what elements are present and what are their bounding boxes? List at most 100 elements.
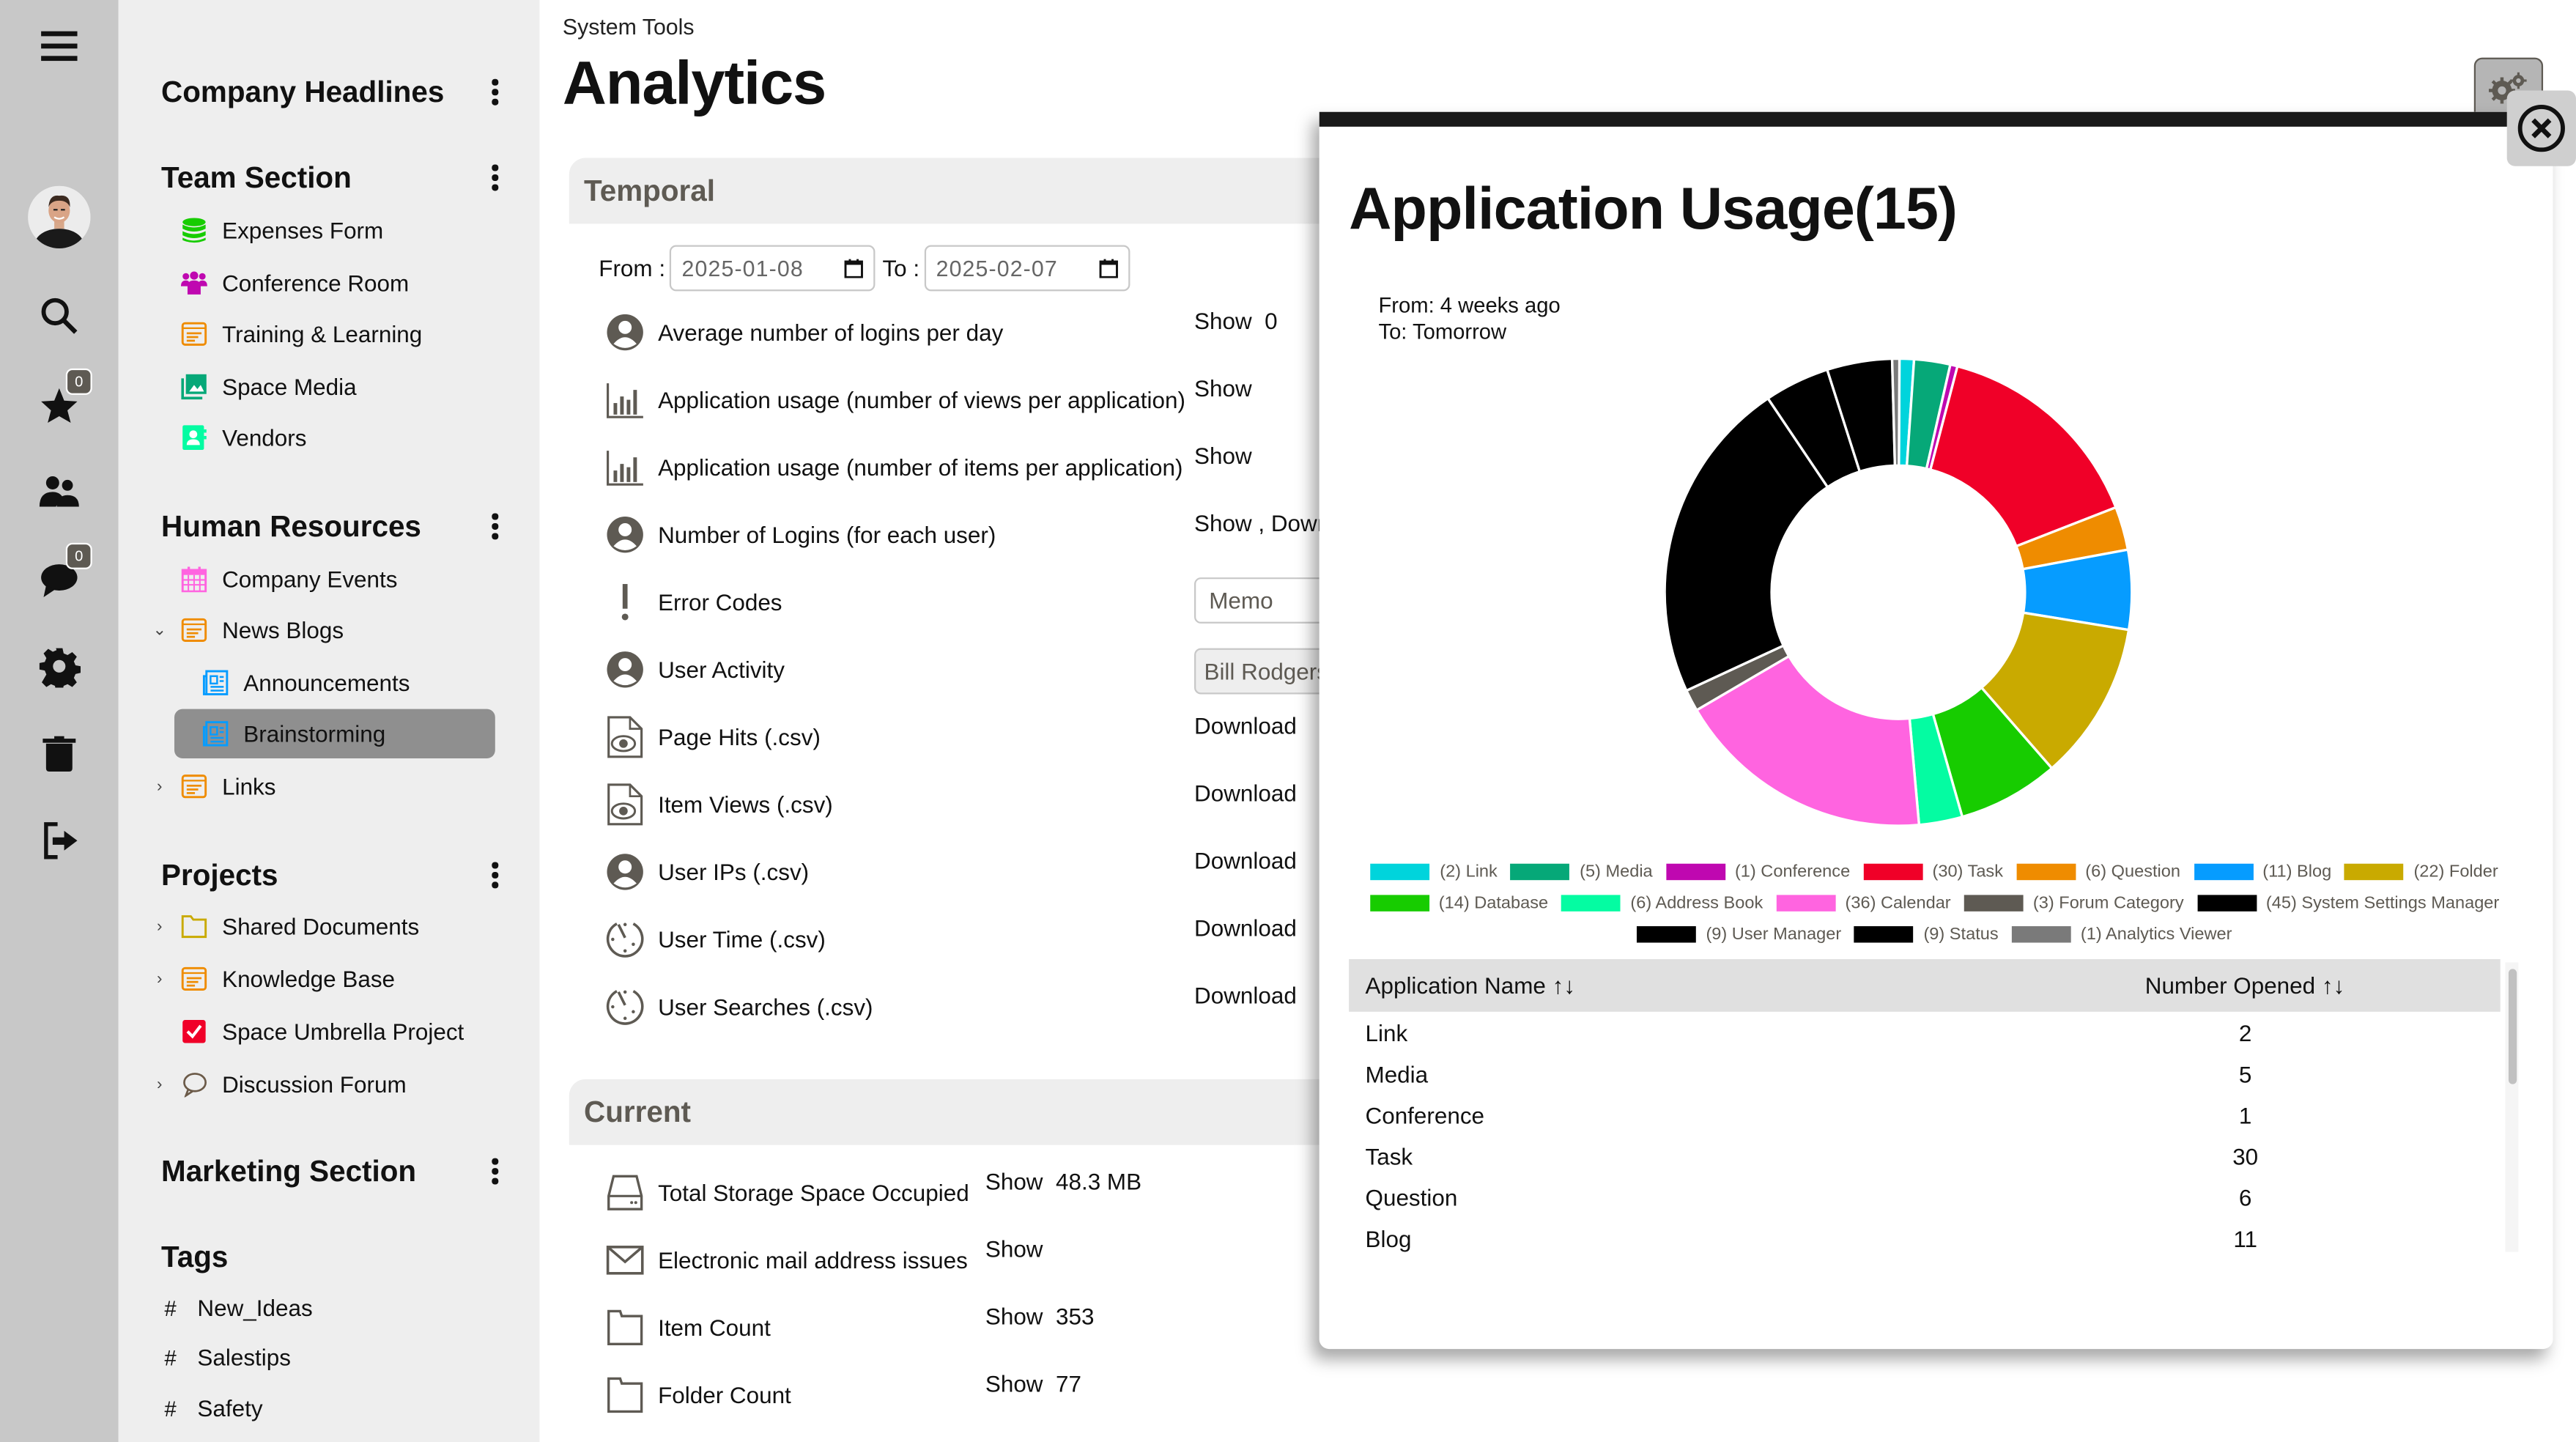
- messages-button[interactable]: 0: [26, 542, 92, 612]
- breadcrumb[interactable]: System Tools: [563, 15, 695, 40]
- show-avg-logins-link[interactable]: Show 0: [1194, 308, 1278, 334]
- legend-label: (5) Media: [1580, 861, 1653, 881]
- metric-label: Total Storage Space Occupied: [658, 1179, 969, 1206]
- folder-icon: [181, 915, 207, 939]
- tag-item[interactable]: # New_Ideas: [165, 1287, 313, 1329]
- section-menu-button[interactable]: [484, 510, 506, 543]
- search-button[interactable]: [26, 283, 92, 349]
- legend-item-media[interactable]: (5) Media: [1510, 859, 1653, 884]
- envelope-icon: [606, 1246, 644, 1275]
- nav-item-news-blogs[interactable]: ⌄ News Blogs: [149, 605, 344, 654]
- hashtag-icon: #: [164, 1396, 177, 1421]
- cell-count: 2: [2238, 1018, 2252, 1046]
- legend-item-user-manager[interactable]: (9) User Manager: [1637, 921, 1841, 946]
- nav-item-vendors[interactable]: Vendors: [181, 413, 306, 462]
- from-date-value: 2025-01-08: [681, 256, 804, 281]
- chevron-right-icon[interactable]: ›: [149, 777, 169, 796]
- table-scrollbar-thumb[interactable]: [2508, 969, 2517, 1084]
- nav-item-training-learning[interactable]: Training & Learning: [181, 309, 422, 358]
- logout-button[interactable]: [26, 807, 92, 873]
- nav-item-shared-documents[interactable]: › Shared Documents: [149, 901, 419, 950]
- metric-row-email-issues: Electronic mail address issues: [605, 1239, 968, 1282]
- nav-item-brainstorming[interactable]: Brainstorming: [174, 709, 495, 759]
- show-storage-link[interactable]: Show 48.3 MB: [985, 1168, 1141, 1194]
- legend-item-task[interactable]: (30) Task: [1863, 859, 2003, 884]
- nav-item-company-events[interactable]: Company Events: [181, 555, 397, 604]
- legend-item-blog[interactable]: (11) Blog: [2193, 859, 2331, 884]
- menu-button[interactable]: [26, 13, 92, 79]
- chevron-down-icon[interactable]: ⌄: [149, 621, 169, 640]
- legend-item-folder[interactable]: (22) Folder: [2344, 859, 2498, 884]
- legend-swatch: [1863, 862, 1923, 880]
- to-date-input[interactable]: 2025-02-07: [924, 245, 1130, 292]
- download-user-time-link[interactable]: Download: [1194, 914, 1297, 941]
- section-title: Current: [584, 1095, 692, 1128]
- user-circle-icon: [607, 314, 643, 351]
- legend-item-address-book[interactable]: (6) Address Book: [1561, 890, 1763, 915]
- trash-button[interactable]: [26, 720, 92, 786]
- section-menu-button[interactable]: [484, 1155, 506, 1188]
- download-page-hits-link[interactable]: Download: [1194, 712, 1297, 739]
- section-menu-button[interactable]: [484, 161, 506, 194]
- section-menu-button[interactable]: [484, 75, 506, 108]
- users-button[interactable]: [26, 459, 92, 525]
- show-download-logins-link[interactable]: Show , Down: [1194, 510, 1330, 536]
- metric-row-avg-logins: Average number of logins per day: [605, 311, 1003, 353]
- close-modal-button[interactable]: [2506, 90, 2576, 166]
- nav-item-space-umbrella-project[interactable]: Space Umbrella Project: [181, 1007, 464, 1056]
- avatar[interactable]: [28, 185, 91, 249]
- show-item-count-link[interactable]: Show 353: [985, 1303, 1095, 1329]
- legend-swatch: [1510, 862, 1570, 880]
- user-activity-user-field[interactable]: Bill Rodgers: [1194, 648, 1326, 695]
- legend-item-analytics-viewer[interactable]: (1) Analytics Viewer: [2011, 921, 2232, 946]
- nav-item-links[interactable]: › Links: [149, 762, 275, 811]
- cell-app-name: Link: [1365, 1018, 1408, 1046]
- from-date-input[interactable]: 2025-01-08: [670, 245, 876, 292]
- legend-swatch: [2016, 862, 2076, 880]
- media-icon: [181, 374, 207, 400]
- task-check-icon: [182, 1020, 206, 1043]
- section-menu-button[interactable]: [484, 859, 506, 892]
- header-number-opened[interactable]: Number Opened ↑↓: [2081, 972, 2410, 999]
- legend-item-question[interactable]: (6) Question: [2016, 859, 2180, 884]
- legend-item-calendar[interactable]: (36) Calendar: [1776, 890, 1951, 915]
- legend-item-link[interactable]: (2) Link: [1370, 859, 1498, 884]
- calendar-icon[interactable]: [1099, 258, 1119, 278]
- legend-item-database[interactable]: (14) Database: [1369, 890, 1548, 915]
- legend-swatch: [2193, 862, 2253, 880]
- legend-item-status[interactable]: (9) Status: [1854, 921, 1999, 946]
- tag-item[interactable]: # Safety: [165, 1387, 263, 1430]
- legend-item-system-settings-manager[interactable]: (45) System Settings Manager: [2196, 890, 2499, 915]
- nav-item-announcements[interactable]: Announcements: [202, 658, 410, 707]
- chevron-right-icon[interactable]: ›: [149, 917, 169, 936]
- from-label: From :: [599, 255, 666, 281]
- nav-item-space-media[interactable]: Space Media: [181, 362, 357, 411]
- nav-item-knowledge-base[interactable]: › Knowledge Base: [149, 954, 395, 1003]
- sort-arrows-icon[interactable]: ↑↓: [2322, 972, 2344, 999]
- table-row: Task 30: [1349, 1135, 2501, 1176]
- legend-item-forum-category[interactable]: (3) Forum Category: [1964, 890, 2184, 915]
- show-app-usage-views-link[interactable]: Show: [1194, 375, 1252, 402]
- show-app-usage-items-link[interactable]: Show: [1194, 443, 1252, 469]
- sort-arrows-icon[interactable]: ↑↓: [1552, 972, 1575, 999]
- favorites-badge: 0: [65, 368, 92, 395]
- nav-item-expenses-form[interactable]: Expenses Form: [181, 206, 383, 255]
- download-item-views-link[interactable]: Download: [1194, 780, 1297, 806]
- error-codes-select[interactable]: Memo: [1194, 577, 1326, 624]
- favorites-button[interactable]: 0: [26, 368, 92, 437]
- legend-item-conference[interactable]: (1) Conference: [1665, 859, 1850, 884]
- close-circle-icon: [2517, 105, 2565, 152]
- nav-item-conference-room[interactable]: Conference Room: [180, 258, 409, 307]
- chevron-right-icon[interactable]: ›: [149, 970, 169, 988]
- chevron-right-icon[interactable]: ›: [149, 1075, 169, 1093]
- legend-label: (9) User Manager: [1706, 923, 1842, 944]
- download-user-ips-link[interactable]: Download: [1194, 847, 1297, 873]
- calendar-icon[interactable]: [845, 258, 865, 278]
- show-email-issues-link[interactable]: Show: [985, 1235, 1043, 1262]
- show-folder-count-link[interactable]: Show 77: [985, 1370, 1081, 1397]
- download-user-searches-link[interactable]: Download: [1194, 982, 1297, 1008]
- nav-item-discussion-forum[interactable]: › Discussion Forum: [149, 1060, 407, 1109]
- tag-item[interactable]: # Salestips: [165, 1336, 291, 1378]
- header-application-name[interactable]: Application Name ↑↓: [1349, 972, 2081, 999]
- settings-button[interactable]: [26, 633, 92, 699]
